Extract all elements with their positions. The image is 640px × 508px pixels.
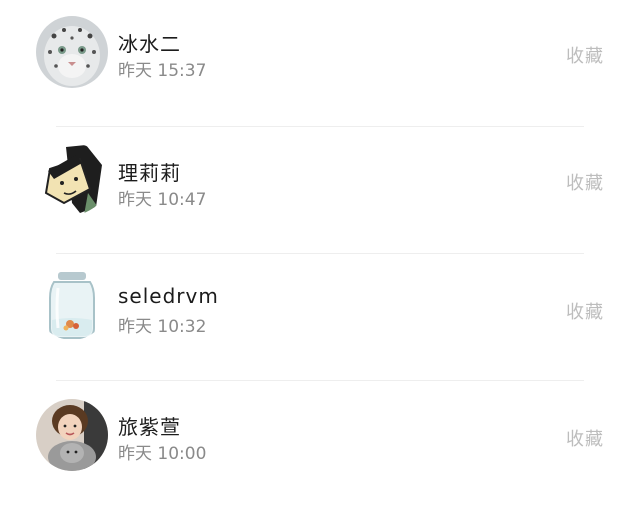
list-item[interactable]: 冰水二 昨天 15:37 收藏 — [0, 0, 640, 127]
list-item[interactable]: 理莉莉 昨天 10:47 收藏 — [0, 127, 640, 254]
favorite-button[interactable]: 收藏 — [566, 425, 604, 451]
timestamp: 昨天 10:32 — [118, 317, 207, 337]
timestamp: 昨天 15:37 — [118, 61, 207, 81]
favorite-button[interactable]: 收藏 — [566, 42, 604, 68]
avatar[interactable] — [36, 16, 108, 88]
favorite-button[interactable]: 收藏 — [566, 298, 604, 324]
avatar[interactable] — [36, 143, 108, 215]
avatar[interactable] — [36, 268, 108, 340]
contact-list: 冰水二 昨天 15:37 收藏 理莉莉 昨天 10:47 收藏 seledrvm… — [0, 0, 640, 487]
timestamp: 昨天 10:47 — [118, 190, 207, 210]
person-photo-icon — [36, 399, 108, 471]
glass-jar-icon — [36, 268, 108, 340]
cartoon-character-icon — [36, 143, 108, 215]
contact-name: seledrvm — [118, 284, 219, 308]
avatar[interactable] — [36, 399, 108, 471]
list-item[interactable]: seledrvm 昨天 10:32 收藏 — [0, 254, 640, 381]
favorite-button[interactable]: 收藏 — [566, 169, 604, 195]
timestamp: 昨天 10:00 — [118, 444, 207, 464]
contact-name: 冰水二 — [118, 32, 181, 56]
list-item[interactable]: 旅紫萱 昨天 10:00 收藏 — [0, 381, 640, 508]
snow-leopard-icon — [36, 16, 108, 88]
contact-name: 理莉莉 — [118, 161, 181, 185]
contact-name: 旅紫萱 — [118, 415, 181, 439]
